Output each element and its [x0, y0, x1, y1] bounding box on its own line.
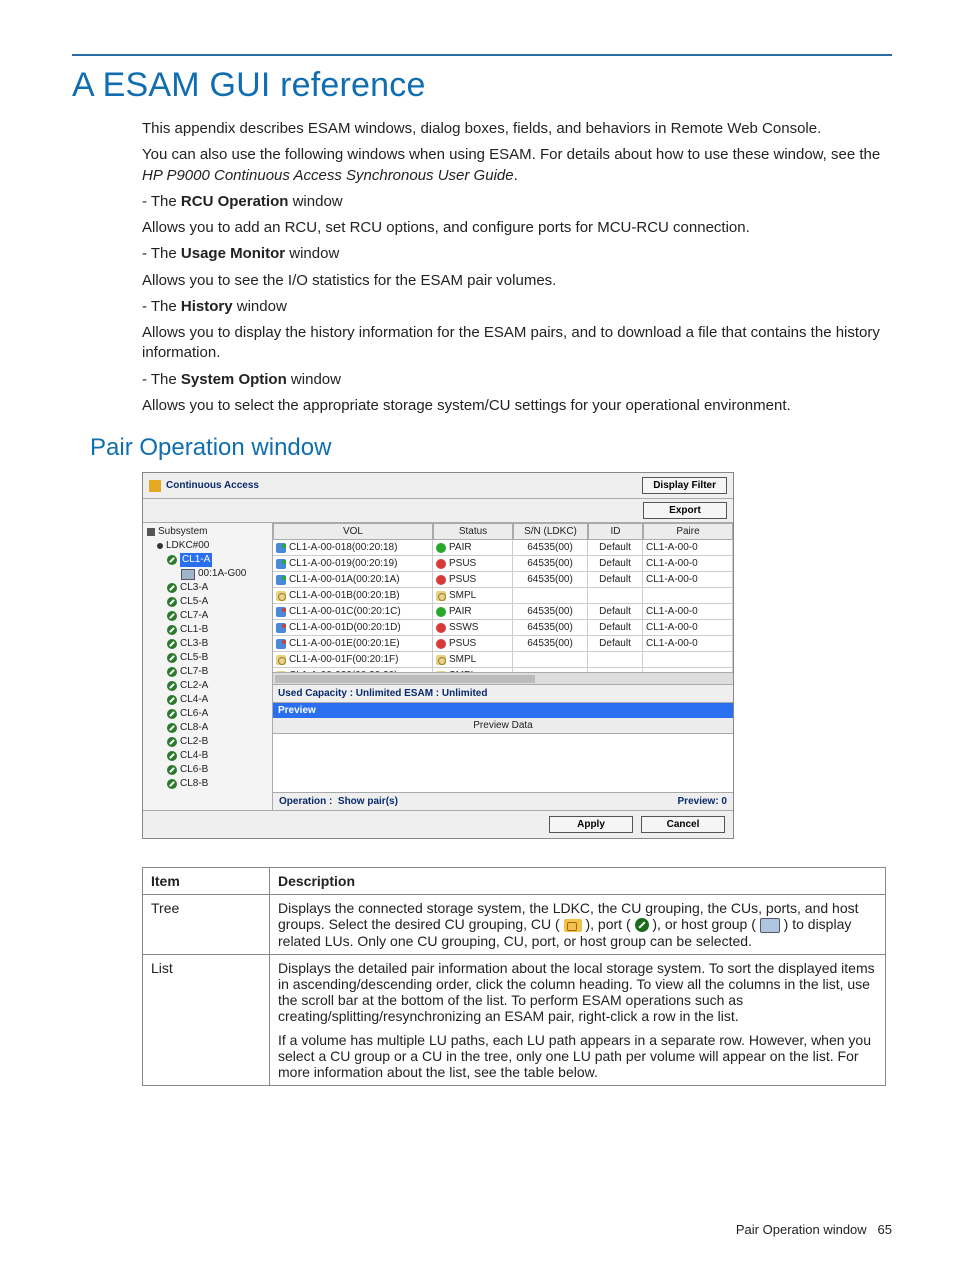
- grid-row[interactable]: CL1-A-00-01A(00:20:1A)PSUS64535(00)Defau…: [273, 572, 733, 588]
- description-table: Item Description Tree Displays the conne…: [142, 867, 886, 1086]
- cancel-button[interactable]: Cancel: [641, 816, 725, 833]
- operation-value: Show pair(s): [338, 796, 398, 807]
- port-icon: [167, 681, 177, 691]
- grid-row[interactable]: CL1-A-00-01C(00:20:1C)PAIR64535(00)Defau…: [273, 604, 733, 620]
- th-item: Item: [143, 868, 270, 895]
- grid-body[interactable]: CL1-A-00-018(00:20:18)PAIR64535(00)Defau…: [273, 540, 733, 672]
- tree-item[interactable]: CL5-A: [145, 595, 272, 609]
- app-icon: [149, 480, 161, 492]
- hostgroup-icon: [181, 569, 195, 580]
- port-icon: [167, 737, 177, 747]
- col-paire[interactable]: Paire: [643, 523, 733, 540]
- tree-panel[interactable]: Subsystem LDKC#00 CL1-A 00:1A-G00 CL3-AC…: [143, 523, 273, 810]
- cell-tree-item: Tree: [143, 895, 270, 955]
- hostgroup-icon: [760, 918, 780, 933]
- tree-hostgroup[interactable]: 00:1A-G00: [145, 567, 272, 581]
- grid-header[interactable]: VOL Status S/N (LDKC) ID Paire: [273, 523, 733, 540]
- tree-item[interactable]: CL6-A: [145, 707, 272, 721]
- system-desc: Allows you to select the appropriate sto…: [142, 396, 892, 416]
- tree-item[interactable]: CL8-A: [145, 721, 272, 735]
- tree-sel-port[interactable]: CL1-A: [145, 553, 272, 567]
- bullet-rcu: - The RCU Operation window: [142, 192, 892, 212]
- port-icon: [167, 639, 177, 649]
- section-pair-operation: Pair Operation window: [90, 434, 892, 462]
- col-sn[interactable]: S/N (LDKC): [513, 523, 588, 540]
- tree-item[interactable]: CL4-A: [145, 693, 272, 707]
- tree-root[interactable]: Subsystem: [145, 525, 272, 539]
- cell-list-desc: Displays the detailed pair information a…: [270, 954, 886, 1085]
- port-icon: [167, 695, 177, 705]
- bullet-system: - The System Option window: [142, 370, 892, 390]
- usage-desc: Allows you to see the I/O statistics for…: [142, 271, 892, 291]
- tree-item[interactable]: CL7-A: [145, 609, 272, 623]
- port-icon: [167, 779, 177, 789]
- tree-item[interactable]: CL2-B: [145, 735, 272, 749]
- bullet-history: - The History window: [142, 297, 892, 317]
- page-footer: Pair Operation window 65: [736, 1222, 892, 1237]
- intro-2c: .: [514, 167, 518, 184]
- grid-row[interactable]: CL1-A-00-019(00:20:19)PSUS64535(00)Defau…: [273, 556, 733, 572]
- port-icon: [167, 583, 177, 593]
- tree-ldkc[interactable]: LDKC#00: [145, 539, 272, 553]
- port-icon: [167, 653, 177, 663]
- port-icon: [167, 723, 177, 733]
- port-icon: [167, 765, 177, 775]
- window-title: Continuous Access: [166, 480, 259, 491]
- grid-row[interactable]: CL1-A-00-01D(00:20:1D)SSWS64535(00)Defau…: [273, 620, 733, 636]
- tree-item[interactable]: CL3-A: [145, 581, 272, 595]
- cell-list-item: List: [143, 954, 270, 1085]
- table-row-list: List Displays the detailed pair informat…: [143, 954, 886, 1085]
- tree-item[interactable]: CL2-A: [145, 679, 272, 693]
- port-icon: [635, 918, 649, 932]
- col-id[interactable]: ID: [588, 523, 643, 540]
- port-icon: [167, 555, 177, 565]
- tree-item[interactable]: CL4-B: [145, 749, 272, 763]
- preview-body: [273, 734, 733, 792]
- col-vol[interactable]: VOL: [273, 523, 433, 540]
- tree-item[interactable]: CL7-B: [145, 665, 272, 679]
- tree-item[interactable]: CL5-B: [145, 651, 272, 665]
- tree-item[interactable]: CL6-B: [145, 763, 272, 777]
- intro-2: You can also use the following windows w…: [142, 145, 892, 186]
- capacity-bar: Used Capacity : Unlimited ESAM : Unlimit…: [273, 684, 733, 703]
- intro-2-em: HP P9000 Continuous Access Synchronous U…: [142, 167, 514, 184]
- grid-row[interactable]: CL1-A-00-01E(00:20:1E)PSUS64535(00)Defau…: [273, 636, 733, 652]
- export-button[interactable]: Export: [643, 502, 727, 519]
- grid-hscroll[interactable]: [273, 672, 733, 684]
- grid-row[interactable]: CL1-A-00-018(00:20:18)PAIR64535(00)Defau…: [273, 540, 733, 556]
- preview-title: Preview: [273, 703, 733, 718]
- intro-2a: You can also use the following windows w…: [142, 146, 880, 163]
- cu-icon: [564, 919, 582, 932]
- history-desc: Allows you to display the history inform…: [142, 323, 892, 364]
- col-status[interactable]: Status: [433, 523, 513, 540]
- screenshot-pair-operation: Continuous Access Display Filter Export …: [142, 472, 734, 839]
- bullet-usage: - The Usage Monitor window: [142, 244, 892, 264]
- port-icon: [167, 597, 177, 607]
- display-filter-button[interactable]: Display Filter: [642, 477, 727, 494]
- port-icon: [167, 611, 177, 621]
- preview-header: Preview Data: [273, 718, 733, 734]
- port-icon: [167, 751, 177, 761]
- apply-button[interactable]: Apply: [549, 816, 633, 833]
- port-icon: [167, 709, 177, 719]
- port-icon: [167, 667, 177, 677]
- operation-label: Operation :: [279, 796, 332, 807]
- page-title: A ESAM GUI reference: [72, 66, 892, 105]
- grid-row[interactable]: CL1-A-00-01B(00:20:1B)SMPL: [273, 588, 733, 604]
- tree-item[interactable]: CL3-B: [145, 637, 272, 651]
- rcu-desc: Allows you to add an RCU, set RCU option…: [142, 218, 892, 238]
- tree-item[interactable]: CL1-B: [145, 623, 272, 637]
- tree-item[interactable]: CL8-B: [145, 777, 272, 791]
- preview-count: Preview: 0: [678, 796, 727, 807]
- port-icon: [167, 625, 177, 635]
- grid-row[interactable]: CL1-A-00-01F(00:20:1F)SMPL: [273, 652, 733, 668]
- grid-row[interactable]: CL1-A-00-020(00:20:20)SMPL: [273, 668, 733, 672]
- table-row-tree: Tree Displays the connected storage syst…: [143, 895, 886, 955]
- intro-1: This appendix describes ESAM windows, di…: [142, 119, 892, 139]
- cell-tree-desc: Displays the connected storage system, t…: [270, 895, 886, 955]
- th-desc: Description: [270, 868, 886, 895]
